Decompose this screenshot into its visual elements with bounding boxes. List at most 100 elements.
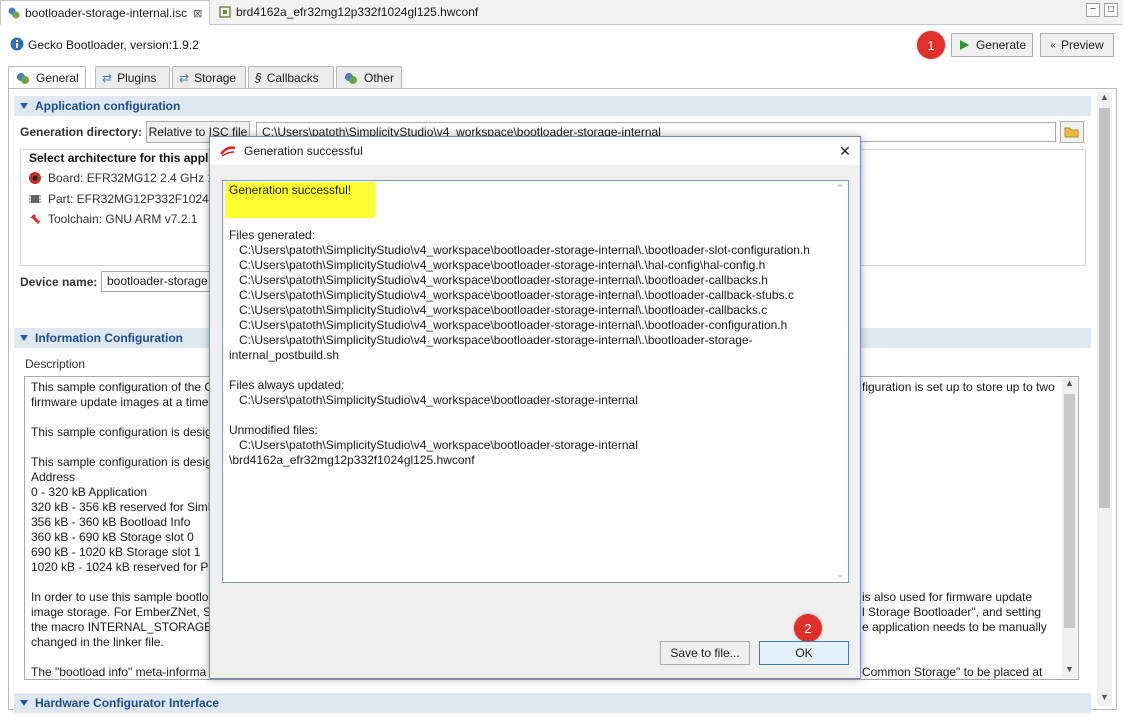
- info-icon: [10, 37, 24, 51]
- editor-tab-strip: bootloader-storage-internal.isc ⊠ brd416…: [0, 0, 1123, 25]
- log-line: C:\Users\patoth\SimplicityStudio\v4_work…: [229, 333, 753, 347]
- description-line: Common Storage" to be placed at: [862, 665, 1043, 679]
- scroll-thumb[interactable]: [1099, 108, 1110, 508]
- description-line: The "bootload info" meta-informa: [31, 665, 207, 679]
- section-hardware-configurator[interactable]: Hardware Configurator Interface: [14, 693, 1091, 713]
- close-icon[interactable]: ✕: [836, 142, 854, 160]
- ok-button[interactable]: OK: [759, 641, 849, 665]
- description-line: the macro INTERNAL_STORAGE_S: [31, 620, 227, 634]
- dialog-title-bar: Generation successful: [210, 137, 860, 165]
- success-message: Generation successful!: [229, 183, 352, 197]
- tab-general[interactable]: General: [8, 66, 86, 89]
- gecko-config-icon: [8, 7, 20, 19]
- editor-tab-label: brd4162a_efr32mg12p332f1024gl125.hwconf: [236, 4, 479, 19]
- description-line: image storage. For EmberZNet, Sil: [31, 605, 217, 619]
- play-icon: [959, 40, 969, 50]
- preview-label: Preview: [1060, 38, 1104, 52]
- description-line: In order to use this sample bootlo: [31, 590, 209, 604]
- description-line: figuration is set up to store up to two: [862, 380, 1055, 394]
- step-badge-2: 2: [794, 614, 822, 642]
- log-line: C:\Users\patoth\SimplicityStudio\v4_work…: [229, 273, 768, 287]
- gecko-config-icon: [17, 73, 29, 84]
- description-line: changed in the linker file.: [31, 635, 164, 649]
- browse-folder-button[interactable]: [1060, 121, 1084, 143]
- folder-open-icon: [1064, 127, 1079, 138]
- tab-label: General: [36, 71, 79, 85]
- log-line: C:\Users\patoth\SimplicityStudio\v4_work…: [229, 258, 766, 272]
- description-line: l Storage Bootloader", and setting: [862, 605, 1042, 619]
- tab-label: Callbacks: [266, 70, 319, 85]
- log-line: Files generated:: [229, 228, 316, 242]
- description-line: This sample configuration of the G: [31, 380, 214, 394]
- log-line: C:\Users\patoth\SimplicityStudio\v4_work…: [229, 243, 810, 257]
- description-line: 320 kB - 356 kB reserved for SimEE: [31, 500, 224, 514]
- collapse-icon: [20, 700, 28, 706]
- editor-tab-isc[interactable]: bootloader-storage-internal.isc ⊠: [0, 0, 210, 25]
- board-icon: [29, 172, 41, 184]
- tab-label: Storage: [194, 70, 237, 85]
- callback-icon: §: [255, 70, 262, 85]
- gecko-config-icon: [345, 72, 357, 84]
- editor-tab-hwconf[interactable]: brd4162a_efr32mg12p332f1024gl125.hwconf: [212, 0, 512, 23]
- description-line: firmware update images at a time,: [31, 395, 212, 409]
- part-text: Part: EFR32MG12P332F1024GL1: [48, 192, 232, 206]
- generation-successful-dialog: Generation successful ✕ Generation succe…: [209, 136, 861, 679]
- log-line: \brd4162a_efr32mg12p332f1024gl125.hwconf: [229, 453, 475, 467]
- section-title: Hardware Configurator Interface: [35, 696, 220, 710]
- part-chip-icon: [29, 195, 41, 203]
- toolchain-icon: [30, 214, 41, 224]
- description-line: Address: [31, 470, 76, 484]
- editor-tab-label: bootloader-storage-internal.isc: [25, 6, 188, 20]
- tab-other[interactable]: Other: [336, 66, 402, 88]
- toolchain-text: Toolchain: GNU ARM v7.2.1: [48, 212, 198, 226]
- close-tab-icon[interactable]: ⊠: [193, 7, 202, 20]
- chip-icon: [219, 5, 231, 18]
- page-title: Gecko Bootloader, version:1.9.2: [28, 38, 199, 52]
- generation-log-text[interactable]: Generation successful! Files generated: C…: [222, 180, 849, 583]
- section-title: Information Configuration: [35, 331, 183, 345]
- description-scrollbar[interactable]: ▲ ▼: [1062, 378, 1077, 678]
- log-line: C:\Users\patoth\SimplicityStudio\v4_work…: [229, 303, 768, 317]
- log-line: C:\Users\patoth\SimplicityStudio\v4_work…: [229, 393, 638, 407]
- generate-label: Generate: [975, 38, 1027, 52]
- log-line: C:\Users\patoth\SimplicityStudio\v4_work…: [229, 438, 638, 452]
- description-line: 356 kB - 360 kB Bootload Info: [31, 515, 191, 529]
- maximize-icon[interactable]: □: [1104, 3, 1118, 17]
- step-badge-1: 1: [917, 31, 945, 59]
- tab-callbacks[interactable]: § Callbacks: [248, 66, 334, 88]
- architecture-label: Select architecture for this appli: [29, 151, 212, 165]
- collapse-icon: [20, 103, 28, 109]
- tab-storage[interactable]: ⇄ Storage: [172, 66, 246, 88]
- save-to-file-button[interactable]: Save to file...: [660, 641, 750, 665]
- log-line: internal_postbuild.sh: [229, 348, 340, 362]
- preview-button[interactable]: « Preview: [1040, 33, 1114, 57]
- generate-button[interactable]: Generate: [951, 33, 1033, 57]
- tab-label: Other: [364, 70, 395, 85]
- description-line: This sample configuration is desig: [31, 425, 212, 439]
- description-line: is also used for firmware update: [862, 590, 1033, 604]
- minimize-icon[interactable]: −: [1086, 3, 1100, 17]
- collapse-icon: [20, 335, 28, 341]
- tab-plugins[interactable]: ⇄ Plugins: [95, 66, 170, 88]
- panel-scrollbar[interactable]: ▲ ▼: [1097, 92, 1112, 706]
- plugin-icon: ⇄: [102, 70, 113, 85]
- silabs-logo-icon: [220, 146, 236, 157]
- tab-label: Plugins: [117, 70, 157, 85]
- generation-directory-label: Generation directory:: [20, 125, 143, 139]
- description-line: 1020 kB - 1024 kB reserved for PSto: [31, 560, 227, 574]
- section-application-configuration[interactable]: Application configuration: [14, 96, 1091, 116]
- description-line: 690 kB - 1020 kB Storage slot 1: [31, 545, 201, 559]
- dialog-title: Generation successful: [244, 144, 363, 158]
- description-label: Description: [25, 357, 86, 371]
- log-line: Unmodified files:: [229, 423, 318, 437]
- log-line: C:\Users\patoth\SimplicityStudio\v4_work…: [229, 318, 788, 332]
- plugin-icon: ⇄: [179, 70, 190, 85]
- scroll-thumb[interactable]: [1064, 394, 1075, 628]
- description-line: 360 kB - 690 kB Storage slot 0: [31, 530, 194, 544]
- log-scrollbar[interactable]: ⌃ ⌄: [833, 183, 847, 581]
- description-line: 0 - 320 kB Application: [31, 485, 148, 499]
- board-text: Board: EFR32MG12 2.4 GHz 10: [48, 171, 221, 185]
- description-line: e application needs to be manually: [862, 620, 1047, 634]
- device-name-field[interactable]: bootloader-storage: [101, 271, 213, 292]
- log-line: Files always updated:: [229, 378, 345, 392]
